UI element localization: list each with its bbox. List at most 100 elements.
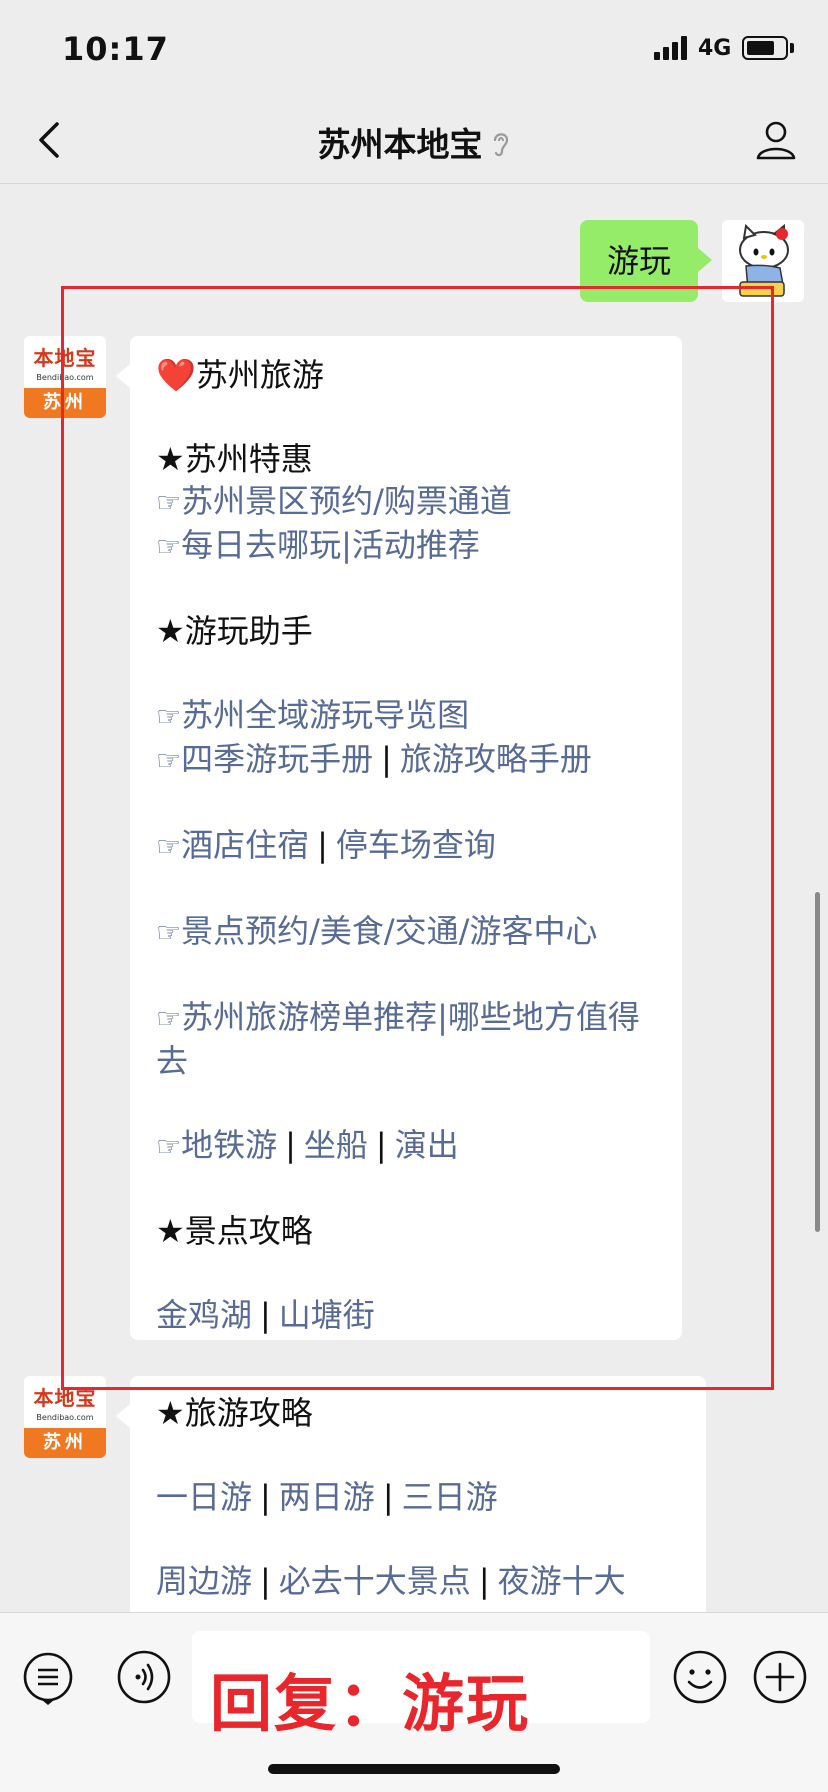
brand-city: 苏州 bbox=[24, 1428, 106, 1458]
reply-instruction-overlay: 回复：游玩 bbox=[210, 1667, 531, 1740]
separator: | bbox=[260, 1296, 271, 1334]
link-top-ten[interactable]: 必去十大景点 bbox=[279, 1562, 471, 1600]
user-avatar[interactable] bbox=[722, 220, 804, 302]
status-bar: 10:17 4G bbox=[0, 0, 828, 96]
separator: | bbox=[381, 740, 392, 778]
link-one-day[interactable]: 一日游 bbox=[156, 1478, 252, 1516]
brand-en: Bendibao.com bbox=[36, 373, 94, 382]
battery-tip bbox=[790, 43, 794, 53]
link-season-handbook[interactable]: 四季游玩手册 bbox=[181, 740, 373, 778]
section-heading: ★景点攻略 bbox=[156, 1212, 313, 1250]
separator: | bbox=[375, 1126, 387, 1164]
link-hotels[interactable]: 酒店住宿 bbox=[181, 826, 309, 864]
separator: | bbox=[317, 826, 328, 864]
bot-avatar[interactable]: 本地宝 Bendibao.com 苏州 bbox=[24, 336, 106, 418]
menu-button[interactable] bbox=[18, 1647, 78, 1707]
pointing-hand-icon: ☞ bbox=[156, 1130, 182, 1163]
brand-cn: 本地宝 bbox=[33, 346, 97, 370]
profile-button[interactable] bbox=[748, 112, 804, 168]
message-title: ❤️苏州旅游 bbox=[156, 356, 324, 394]
separator: | bbox=[382, 1478, 394, 1516]
voice-button[interactable] bbox=[114, 1647, 174, 1707]
pointing-hand-icon: ☞ bbox=[156, 830, 182, 863]
battery-icon bbox=[742, 36, 788, 60]
brand-city: 苏州 bbox=[24, 388, 106, 418]
section-heading: ★苏州特惠 bbox=[156, 440, 313, 478]
separator: | bbox=[478, 1562, 490, 1600]
pointing-hand-icon: ☞ bbox=[156, 486, 182, 519]
separator: | bbox=[260, 1562, 271, 1600]
user-message-bubble[interactable]: 游玩 bbox=[580, 220, 712, 302]
bot-avatar[interactable]: 本地宝 Bendibao.com 苏州 bbox=[24, 1376, 106, 1458]
plus-icon bbox=[753, 1650, 807, 1704]
emoji-button[interactable] bbox=[670, 1647, 730, 1707]
link-line[interactable]: 周边游 | 必去十大景点 | 夜游十大 bbox=[156, 1560, 680, 1602]
link-line[interactable]: ☞苏州景区预约/购票通道 bbox=[156, 480, 656, 524]
link-line[interactable]: ☞酒店住宿 | 停车场查询 bbox=[156, 824, 656, 868]
pointing-hand-icon: ☞ bbox=[156, 530, 182, 563]
link-line[interactable]: 金鸡湖 | 山塘街 bbox=[156, 1294, 656, 1336]
link-line[interactable]: ☞每日去哪玩|活动推荐 bbox=[156, 524, 656, 568]
link-line[interactable]: ☞苏州全域游玩导览图 bbox=[156, 694, 656, 738]
battery-fill bbox=[747, 41, 774, 55]
separator: | bbox=[260, 1478, 271, 1516]
signal-icon bbox=[654, 36, 690, 60]
link-line[interactable]: ☞景点预约/美食/交通/游客中心 bbox=[156, 910, 656, 954]
link-travel-handbook[interactable]: 旅游攻略手册 bbox=[400, 740, 592, 778]
hello-kitty-avatar-icon bbox=[722, 220, 804, 302]
link-jinji-lake[interactable]: 金鸡湖 bbox=[156, 1296, 252, 1334]
chat-title: 苏州本地宝 bbox=[0, 118, 828, 166]
section-heading: ★游玩助手 bbox=[156, 612, 313, 650]
brand-cn: 本地宝 bbox=[33, 1386, 97, 1410]
link-three-day[interactable]: 三日游 bbox=[402, 1478, 498, 1516]
emoji-icon bbox=[673, 1650, 727, 1704]
link-line[interactable]: ☞地铁游 | 坐船 | 演出 bbox=[156, 1124, 656, 1168]
link-nearby[interactable]: 周边游 bbox=[156, 1562, 252, 1600]
bot-message-bubble: ❤️苏州旅游 ★苏州特惠 ☞苏州景区预约/购票通道 ☞每日去哪玩|活动推荐 ★游… bbox=[116, 336, 682, 1340]
link-shows[interactable]: 演出 bbox=[395, 1126, 459, 1164]
link-boat[interactable]: 坐船 bbox=[304, 1126, 368, 1164]
pointing-hand-icon: ☞ bbox=[156, 744, 182, 777]
network-label: 4G bbox=[698, 36, 732, 61]
link-two-day[interactable]: 两日游 bbox=[279, 1478, 375, 1516]
link-ranking[interactable]: 苏州旅游榜单推荐|哪些地方值得去 bbox=[156, 998, 640, 1080]
add-button[interactable] bbox=[750, 1647, 810, 1707]
brand-en: Bendibao.com bbox=[36, 1413, 94, 1422]
pointing-hand-icon: ☞ bbox=[156, 700, 182, 733]
link-scenic-food-transport[interactable]: 景点预约/美食/交通/游客中心 bbox=[181, 912, 597, 950]
link-tour-map[interactable]: 苏州全域游玩导览图 bbox=[181, 696, 469, 734]
link-line[interactable]: ☞四季游玩手册 | 旅游攻略手册 bbox=[156, 738, 656, 782]
scrollbar[interactable] bbox=[815, 892, 820, 1232]
voice-icon bbox=[117, 1650, 171, 1704]
link-shantang-street[interactable]: 山塘街 bbox=[279, 1296, 375, 1334]
chat-title-text: 苏州本地宝 bbox=[317, 125, 483, 164]
link-metro[interactable]: 地铁游 bbox=[181, 1126, 277, 1164]
ear-icon bbox=[491, 127, 511, 166]
home-indicator[interactable] bbox=[268, 1764, 560, 1774]
status-time: 10:17 bbox=[62, 30, 169, 68]
section-heading: ★旅游攻略 bbox=[156, 1394, 313, 1432]
link-night-tour[interactable]: 夜游十大 bbox=[498, 1562, 626, 1600]
pointing-hand-icon: ☞ bbox=[156, 1002, 182, 1035]
link-line[interactable]: ☞苏州旅游榜单推荐|哪些地方值得去 bbox=[156, 996, 656, 1082]
link-parking[interactable]: 停车场查询 bbox=[336, 826, 496, 864]
bendibao-logo: 本地宝 Bendibao.com bbox=[24, 1376, 106, 1428]
bendibao-logo: 本地宝 Bendibao.com bbox=[24, 336, 106, 388]
nav-bar: 苏州本地宝 bbox=[0, 96, 828, 184]
pointing-hand-icon: ☞ bbox=[156, 916, 182, 949]
link-scenic-booking[interactable]: 苏州景区预约/购票通道 bbox=[181, 482, 512, 520]
link-daily-activities[interactable]: 每日去哪玩|活动推荐 bbox=[181, 526, 480, 564]
list-menu-icon bbox=[23, 1652, 73, 1705]
person-icon bbox=[756, 121, 796, 160]
link-line[interactable]: 一日游 | 两日游 | 三日游 bbox=[156, 1476, 680, 1518]
